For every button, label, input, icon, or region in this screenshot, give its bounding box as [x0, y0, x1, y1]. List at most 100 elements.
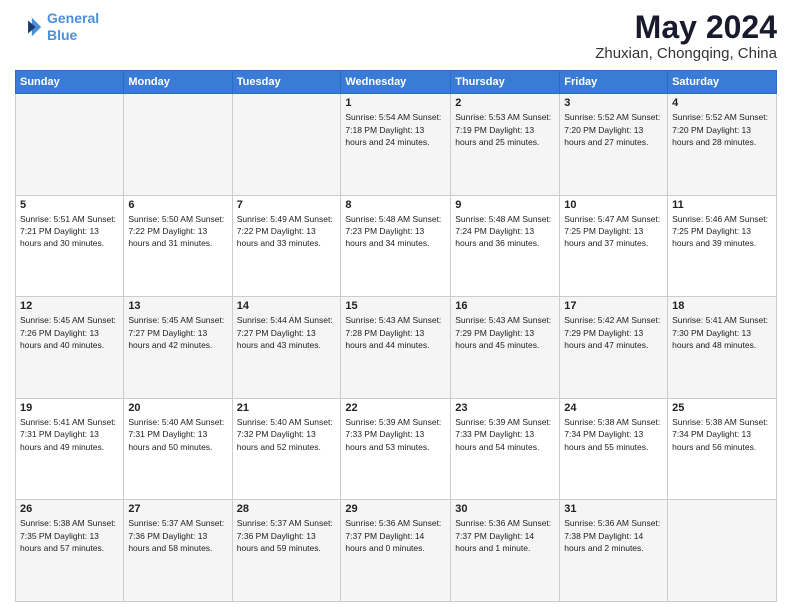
day-cell — [124, 94, 232, 196]
day-info: Sunrise: 5:45 AM Sunset: 7:27 PM Dayligh… — [128, 314, 227, 351]
day-cell: 7 Sunrise: 5:49 AM Sunset: 7:22 PM Daylig… — [232, 195, 341, 297]
day-cell: 3 Sunrise: 5:52 AM Sunset: 7:20 PM Daylig… — [560, 94, 668, 196]
day-info: Sunrise: 5:46 AM Sunset: 7:25 PM Dayligh… — [672, 213, 772, 250]
day-number: 27 — [128, 503, 227, 515]
day-info: Sunrise: 5:48 AM Sunset: 7:23 PM Dayligh… — [345, 213, 446, 250]
day-number: 12 — [20, 300, 119, 312]
day-cell: 18 Sunrise: 5:41 AM Sunset: 7:30 PM Dayli… — [668, 297, 777, 399]
day-number: 9 — [455, 199, 555, 211]
day-cell: 21 Sunrise: 5:40 AM Sunset: 7:32 PM Dayli… — [232, 398, 341, 500]
day-cell: 29 Sunrise: 5:36 AM Sunset: 7:37 PM Dayli… — [341, 500, 451, 602]
day-number: 2 — [455, 97, 555, 109]
day-info: Sunrise: 5:43 AM Sunset: 7:28 PM Dayligh… — [345, 314, 446, 351]
logo-icon — [15, 13, 43, 41]
day-info: Sunrise: 5:54 AM Sunset: 7:18 PM Dayligh… — [345, 111, 446, 148]
day-number: 5 — [20, 199, 119, 211]
day-info: Sunrise: 5:52 AM Sunset: 7:20 PM Dayligh… — [672, 111, 772, 148]
day-cell: 28 Sunrise: 5:37 AM Sunset: 7:36 PM Dayli… — [232, 500, 341, 602]
day-info: Sunrise: 5:39 AM Sunset: 7:33 PM Dayligh… — [345, 416, 446, 453]
day-cell: 27 Sunrise: 5:37 AM Sunset: 7:36 PM Dayli… — [124, 500, 232, 602]
day-cell: 4 Sunrise: 5:52 AM Sunset: 7:20 PM Daylig… — [668, 94, 777, 196]
day-cell: 1 Sunrise: 5:54 AM Sunset: 7:18 PM Daylig… — [341, 94, 451, 196]
week-row-1: 1 Sunrise: 5:54 AM Sunset: 7:18 PM Daylig… — [16, 94, 777, 196]
day-cell: 2 Sunrise: 5:53 AM Sunset: 7:19 PM Daylig… — [451, 94, 560, 196]
col-wednesday: Wednesday — [341, 71, 451, 94]
col-saturday: Saturday — [668, 71, 777, 94]
col-sunday: Sunday — [16, 71, 124, 94]
day-info: Sunrise: 5:36 AM Sunset: 7:37 PM Dayligh… — [455, 517, 555, 554]
title-block: May 2024 Zhuxian, Chongqing, China — [595, 10, 777, 62]
day-cell: 26 Sunrise: 5:38 AM Sunset: 7:35 PM Dayli… — [16, 500, 124, 602]
day-number: 17 — [564, 300, 663, 312]
logo-blue: Blue — [47, 27, 77, 43]
col-friday: Friday — [560, 71, 668, 94]
day-info: Sunrise: 5:38 AM Sunset: 7:34 PM Dayligh… — [672, 416, 772, 453]
day-number: 6 — [128, 199, 227, 211]
day-number: 13 — [128, 300, 227, 312]
day-cell: 11 Sunrise: 5:46 AM Sunset: 7:25 PM Dayli… — [668, 195, 777, 297]
day-cell: 17 Sunrise: 5:42 AM Sunset: 7:29 PM Dayli… — [560, 297, 668, 399]
day-number: 26 — [20, 503, 119, 515]
day-info: Sunrise: 5:52 AM Sunset: 7:20 PM Dayligh… — [564, 111, 663, 148]
day-info: Sunrise: 5:36 AM Sunset: 7:37 PM Dayligh… — [345, 517, 446, 554]
day-info: Sunrise: 5:40 AM Sunset: 7:31 PM Dayligh… — [128, 416, 227, 453]
month-title: May 2024 — [595, 10, 777, 45]
day-info: Sunrise: 5:45 AM Sunset: 7:26 PM Dayligh… — [20, 314, 119, 351]
logo-general: General — [47, 10, 99, 26]
day-info: Sunrise: 5:37 AM Sunset: 7:36 PM Dayligh… — [237, 517, 337, 554]
day-info: Sunrise: 5:38 AM Sunset: 7:35 PM Dayligh… — [20, 517, 119, 554]
day-info: Sunrise: 5:41 AM Sunset: 7:31 PM Dayligh… — [20, 416, 119, 453]
day-cell: 13 Sunrise: 5:45 AM Sunset: 7:27 PM Dayli… — [124, 297, 232, 399]
day-info: Sunrise: 5:50 AM Sunset: 7:22 PM Dayligh… — [128, 213, 227, 250]
day-info: Sunrise: 5:40 AM Sunset: 7:32 PM Dayligh… — [237, 416, 337, 453]
day-number: 19 — [20, 402, 119, 414]
day-cell: 6 Sunrise: 5:50 AM Sunset: 7:22 PM Daylig… — [124, 195, 232, 297]
day-cell: 31Sunrise: 5:36 AM Sunset: 7:38 PM Dayli… — [560, 500, 668, 602]
day-number: 21 — [237, 402, 337, 414]
day-number: 4 — [672, 97, 772, 109]
day-info: Sunrise: 5:48 AM Sunset: 7:24 PM Dayligh… — [455, 213, 555, 250]
day-number: 25 — [672, 402, 772, 414]
day-number: 24 — [564, 402, 663, 414]
day-info: Sunrise: 5:42 AM Sunset: 7:29 PM Dayligh… — [564, 314, 663, 351]
day-cell: 10Sunrise: 5:47 AM Sunset: 7:25 PM Dayli… — [560, 195, 668, 297]
day-number: 8 — [345, 199, 446, 211]
week-row-2: 5Sunrise: 5:51 AM Sunset: 7:21 PM Daylig… — [16, 195, 777, 297]
day-number: 14 — [237, 300, 337, 312]
week-row-5: 26 Sunrise: 5:38 AM Sunset: 7:35 PM Dayli… — [16, 500, 777, 602]
day-info: Sunrise: 5:41 AM Sunset: 7:30 PM Dayligh… — [672, 314, 772, 351]
calendar-table: Sunday Monday Tuesday Wednesday Thursday… — [15, 70, 777, 602]
day-cell: 5Sunrise: 5:51 AM Sunset: 7:21 PM Daylig… — [16, 195, 124, 297]
day-cell: 19 Sunrise: 5:41 AM Sunset: 7:31 PM Dayli… — [16, 398, 124, 500]
day-number: 16 — [455, 300, 555, 312]
day-cell: 22 Sunrise: 5:39 AM Sunset: 7:33 PM Dayli… — [341, 398, 451, 500]
day-number: 29 — [345, 503, 446, 515]
day-info: Sunrise: 5:43 AM Sunset: 7:29 PM Dayligh… — [455, 314, 555, 351]
header-row: Sunday Monday Tuesday Wednesday Thursday… — [16, 71, 777, 94]
day-cell: 20Sunrise: 5:40 AM Sunset: 7:31 PM Dayli… — [124, 398, 232, 500]
day-number: 3 — [564, 97, 663, 109]
day-number: 15 — [345, 300, 446, 312]
day-number: 1 — [345, 97, 446, 109]
day-cell: 16 Sunrise: 5:43 AM Sunset: 7:29 PM Dayli… — [451, 297, 560, 399]
col-thursday: Thursday — [451, 71, 560, 94]
day-info: Sunrise: 5:49 AM Sunset: 7:22 PM Dayligh… — [237, 213, 337, 250]
day-info: Sunrise: 5:37 AM Sunset: 7:36 PM Dayligh… — [128, 517, 227, 554]
day-cell — [668, 500, 777, 602]
col-monday: Monday — [124, 71, 232, 94]
day-cell: 25 Sunrise: 5:38 AM Sunset: 7:34 PM Dayli… — [668, 398, 777, 500]
day-number: 7 — [237, 199, 337, 211]
week-row-3: 12 Sunrise: 5:45 AM Sunset: 7:26 PM Dayli… — [16, 297, 777, 399]
day-cell: 8 Sunrise: 5:48 AM Sunset: 7:23 PM Daylig… — [341, 195, 451, 297]
day-number: 28 — [237, 503, 337, 515]
day-number: 22 — [345, 402, 446, 414]
day-number: 18 — [672, 300, 772, 312]
day-cell — [16, 94, 124, 196]
day-info: Sunrise: 5:39 AM Sunset: 7:33 PM Dayligh… — [455, 416, 555, 453]
logo-text: General Blue — [47, 10, 99, 44]
day-cell: 15 Sunrise: 5:43 AM Sunset: 7:28 PM Dayli… — [341, 297, 451, 399]
day-info: Sunrise: 5:44 AM Sunset: 7:27 PM Dayligh… — [237, 314, 337, 351]
calendar-page: General Blue May 2024 Zhuxian, Chongqing… — [0, 0, 792, 612]
day-info: Sunrise: 5:53 AM Sunset: 7:19 PM Dayligh… — [455, 111, 555, 148]
day-number: 11 — [672, 199, 772, 211]
